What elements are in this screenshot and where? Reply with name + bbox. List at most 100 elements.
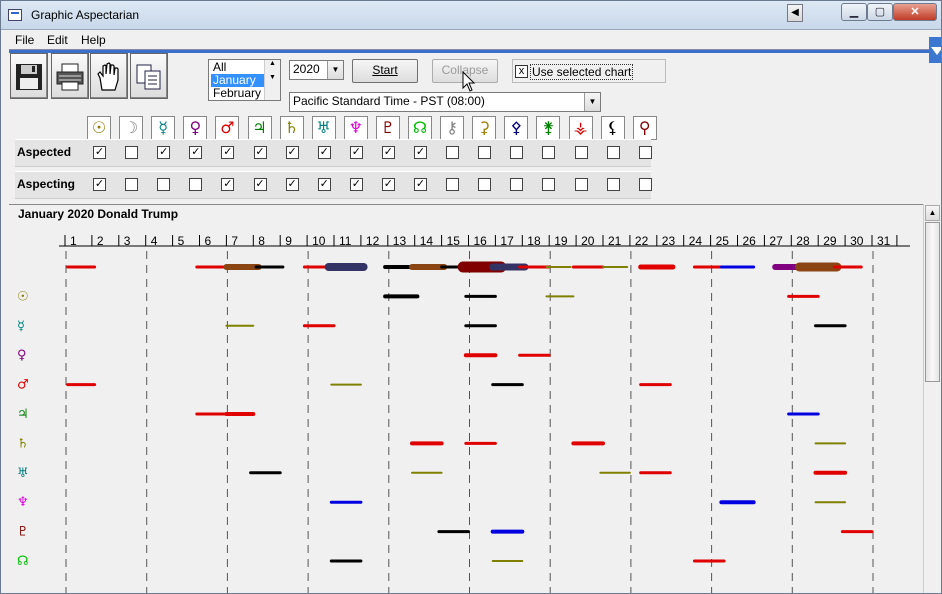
aspected-checkbox-5[interactable]: ✓ bbox=[253, 146, 267, 159]
timezone-select[interactable]: Pacific Standard Time - PST (08:00) ▼ bbox=[289, 92, 601, 112]
timezone-dropdown-arrow[interactable]: ▼ bbox=[584, 93, 600, 111]
month-option-february[interactable]: February bbox=[211, 87, 261, 100]
aspecting-checkbox-3[interactable] bbox=[189, 178, 203, 191]
aspecting-checkbox-8[interactable]: ✓ bbox=[349, 178, 363, 191]
planet-toggle-6[interactable]: ♄ bbox=[279, 116, 304, 140]
planet-toggle-4[interactable]: ♂ bbox=[215, 116, 240, 140]
month-list-scrollbar[interactable]: ▲ ▼ bbox=[264, 60, 280, 100]
chart-row-glyph: ☿ bbox=[17, 319, 25, 334]
planet-toggle-0[interactable]: ☉ bbox=[87, 116, 111, 140]
aspecting-checkbox-4[interactable]: ✓ bbox=[221, 178, 235, 191]
use-selected-chart-label: Use selected chart bbox=[530, 64, 634, 80]
day-label: 25 bbox=[716, 234, 730, 248]
planet-toggle-11[interactable]: ⚷ bbox=[440, 116, 465, 140]
use-selected-chart-checkbox[interactable]: x bbox=[515, 65, 528, 78]
aspected-checkbox-3[interactable]: ✓ bbox=[189, 146, 203, 159]
aspecting-checkbox-15[interactable] bbox=[574, 178, 588, 191]
scroll-thumb[interactable] bbox=[925, 222, 940, 382]
use-selected-chart-option[interactable]: x Use selected chart bbox=[512, 59, 666, 83]
year-select[interactable]: 2020 ▼ bbox=[289, 60, 344, 80]
aspecting-checkbox-0[interactable]: ✓ bbox=[93, 178, 106, 191]
aspected-checkbox-17[interactable] bbox=[638, 146, 652, 159]
planet-toggle-8[interactable]: ♆ bbox=[343, 116, 368, 140]
aspecting-checkbox-16[interactable] bbox=[606, 178, 620, 191]
maximize-button[interactable]: ▢ bbox=[867, 3, 893, 21]
chart-row-glyph: ☉ bbox=[17, 289, 29, 304]
aspecting-checkbox-2[interactable] bbox=[157, 178, 171, 191]
month-listbox[interactable]: All January February ▲ ▼ bbox=[208, 59, 281, 101]
hand-icon bbox=[97, 62, 119, 91]
print-button[interactable] bbox=[51, 53, 89, 99]
start-button[interactable]: Start bbox=[352, 59, 418, 83]
aspected-checkbox-13[interactable] bbox=[510, 146, 524, 159]
title-scroll-left-button[interactable]: ◀ bbox=[787, 4, 803, 22]
planet-toggle-5[interactable]: ♃ bbox=[247, 116, 272, 140]
day-label: 14 bbox=[420, 234, 434, 248]
aspecting-checkbox-6[interactable]: ✓ bbox=[285, 178, 299, 191]
planet-toggle-16[interactable]: ⚸ bbox=[600, 116, 625, 140]
planet-toggle-3[interactable]: ♀ bbox=[183, 116, 208, 140]
day-label: 3 bbox=[124, 234, 131, 248]
copy-button[interactable] bbox=[130, 53, 168, 99]
aspected-checkbox-6[interactable]: ✓ bbox=[285, 146, 299, 159]
aspected-checkbox-1[interactable] bbox=[125, 146, 139, 159]
planet-toggle-2[interactable]: ☿ bbox=[151, 116, 176, 140]
planet-toggle-9[interactable]: ♇ bbox=[375, 116, 400, 140]
aspecting-row bbox=[15, 171, 651, 199]
aspected-checkbox-10[interactable]: ✓ bbox=[414, 146, 427, 159]
floppy-disk-icon bbox=[16, 64, 42, 90]
day-label: 27 bbox=[769, 234, 783, 248]
planet-toggle-10[interactable]: ☊ bbox=[408, 116, 432, 140]
side-dropdown-tab[interactable] bbox=[929, 37, 941, 63]
aspecting-checkbox-14[interactable] bbox=[542, 178, 556, 191]
menu-help[interactable]: Help bbox=[81, 33, 106, 47]
aspected-checkbox-15[interactable] bbox=[574, 146, 588, 159]
planet-toggle-17[interactable]: ⚲ bbox=[632, 116, 657, 140]
aspecting-checkbox-12[interactable] bbox=[478, 178, 492, 191]
menu-edit[interactable]: Edit bbox=[47, 33, 68, 47]
day-label: 28 bbox=[796, 234, 810, 248]
aspecting-checkbox-10[interactable]: ✓ bbox=[414, 178, 427, 191]
planet-toggle-1[interactable]: ☽ bbox=[119, 116, 144, 140]
aspected-checkbox-16[interactable] bbox=[606, 146, 620, 159]
day-label: 1 bbox=[70, 234, 77, 248]
minimize-button[interactable]: ▁ bbox=[841, 3, 867, 21]
day-label: 16 bbox=[474, 234, 488, 248]
app-window: Graphic Aspectarian ◀ ▁ ▢ ✕ File Edit He… bbox=[0, 0, 942, 594]
aspecting-checkbox-11[interactable] bbox=[446, 178, 460, 191]
window-title: Graphic Aspectarian bbox=[31, 8, 140, 22]
day-label: 13 bbox=[393, 234, 407, 248]
planet-toggle-15[interactable]: ⚶ bbox=[568, 116, 593, 140]
menu-file[interactable]: File bbox=[15, 33, 34, 47]
aspected-checkbox-2[interactable]: ✓ bbox=[157, 146, 171, 159]
aspected-checkbox-11[interactable] bbox=[446, 146, 460, 159]
aspected-checkbox-0[interactable]: ✓ bbox=[93, 146, 106, 159]
aspecting-checkbox-13[interactable] bbox=[510, 178, 524, 191]
day-label: 30 bbox=[850, 234, 864, 248]
title-bar[interactable]: Graphic Aspectarian ◀ ▁ ▢ ✕ bbox=[1, 1, 941, 30]
aspecting-checkbox-9[interactable]: ✓ bbox=[381, 178, 395, 191]
close-button[interactable]: ✕ bbox=[893, 3, 937, 21]
hand-button[interactable] bbox=[90, 53, 128, 99]
aspecting-checkbox-5[interactable]: ✓ bbox=[253, 178, 267, 191]
day-label: 26 bbox=[743, 234, 757, 248]
aspecting-checkbox-1[interactable] bbox=[125, 178, 139, 191]
planet-toggle-13[interactable]: ⚴ bbox=[504, 116, 529, 140]
save-button[interactable] bbox=[10, 53, 48, 99]
chart-row-glyph: ♃ bbox=[17, 407, 29, 422]
planet-toggle-14[interactable]: ⚵ bbox=[536, 116, 561, 140]
planet-toggle-12[interactable]: ⚳ bbox=[472, 116, 497, 140]
aspecting-checkbox-17[interactable] bbox=[638, 178, 652, 191]
aspected-checkbox-9[interactable]: ✓ bbox=[381, 146, 395, 159]
year-dropdown-arrow[interactable]: ▼ bbox=[327, 61, 343, 79]
aspected-checkbox-7[interactable]: ✓ bbox=[317, 146, 331, 159]
scroll-up-button[interactable]: ▲ bbox=[925, 205, 940, 221]
aspecting-checkbox-7[interactable]: ✓ bbox=[317, 178, 331, 191]
aspected-checkbox-8[interactable]: ✓ bbox=[349, 146, 363, 159]
aspected-checkbox-12[interactable] bbox=[478, 146, 492, 159]
planet-toggle-7[interactable]: ♅ bbox=[311, 116, 336, 140]
app-icon[interactable] bbox=[8, 9, 22, 21]
chart-vertical-scrollbar[interactable]: ▲ bbox=[923, 204, 941, 593]
aspected-checkbox-14[interactable] bbox=[542, 146, 556, 159]
aspected-checkbox-4[interactable]: ✓ bbox=[221, 146, 235, 159]
